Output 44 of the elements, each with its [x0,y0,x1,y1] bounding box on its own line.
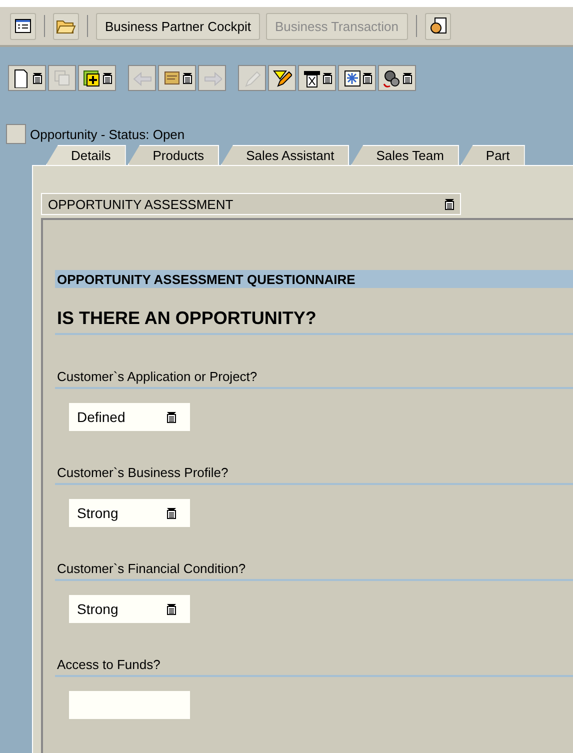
questionnaire-title: OPPORTUNITY ASSESSMENT QUESTIONNAIRE [55,270,573,288]
dropdown-icon [167,604,176,614]
toolbar-button[interactable] [378,65,416,91]
dropdown-icon [183,72,192,84]
tab[interactable]: Products [128,145,220,165]
dropdown-icon [403,72,412,84]
asterisk-icon [342,68,362,88]
dropdown-icon [167,508,176,518]
section-heading: IS THERE AN OPPORTUNITY? [55,308,573,335]
tab[interactable]: Sales Assistant [221,145,350,165]
tab[interactable]: Sales Team [351,145,459,165]
dropdown-icon [363,72,372,84]
face-button[interactable] [424,12,451,40]
list-icon [15,19,31,33]
list-view-button[interactable] [10,12,36,40]
dropdown-icon [33,72,42,84]
dropdown-icon [323,72,332,84]
question-label: Customer`s Application or Project? [55,369,573,389]
question-label: Customer`s Financial Condition? [55,561,573,581]
toolbar-button[interactable] [158,65,196,91]
copy-icon [52,68,72,88]
answer-dropdown[interactable]: Strong [69,595,190,623]
toolbar-button[interactable] [8,65,46,91]
dropdown-icon [103,72,112,84]
dropdown-icon [167,412,176,422]
toolbar-button[interactable]: Business Partner Cockpit [96,12,260,40]
folder-icon [56,18,76,34]
answer-dropdown[interactable]: Defined [69,403,190,431]
open-folder-button[interactable] [53,12,79,40]
toolbar-button[interactable] [338,65,376,91]
toolbar-button[interactable] [268,65,296,91]
assessment-dropdown[interactable]: OPPORTUNITY ASSESSMENT [41,193,461,215]
add-icon [82,68,102,88]
tab[interactable]: Part [460,145,525,165]
tab[interactable]: Details [46,145,126,165]
pencil-icon [272,68,292,88]
dropdown-icon [445,198,454,210]
question-label: Access to Funds? [55,657,573,677]
question-label: Customer`s Business Profile? [55,465,573,485]
toolbar-button[interactable] [78,65,116,91]
page-title: Opportunity - Status: Open [30,126,185,142]
filter-icon [302,68,322,88]
answer-dropdown[interactable]: Strong [69,499,190,527]
toolbar-button[interactable] [298,65,336,91]
